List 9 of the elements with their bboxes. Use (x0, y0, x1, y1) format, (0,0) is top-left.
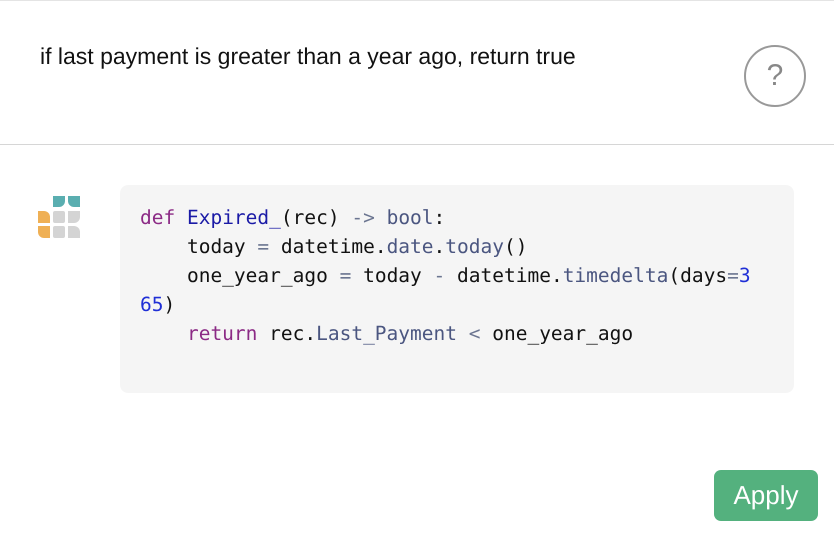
apply-button[interactable]: Apply (714, 470, 818, 521)
prompt-text: if last payment is greater than a year ago, return true (40, 43, 576, 70)
code-line: 65) (140, 292, 176, 318)
logo-icon (38, 196, 80, 238)
code-line: def Expired_(rec) -> bool: (140, 205, 446, 231)
help-button[interactable]: ? (744, 45, 806, 107)
code-line: one_year_ago = today - datetime.timedelta(days=3 (186, 263, 752, 289)
code-line: today = datetime.date.today() (186, 234, 528, 260)
code-line: return rec.Last_Payment < one_year_ago (186, 321, 634, 347)
